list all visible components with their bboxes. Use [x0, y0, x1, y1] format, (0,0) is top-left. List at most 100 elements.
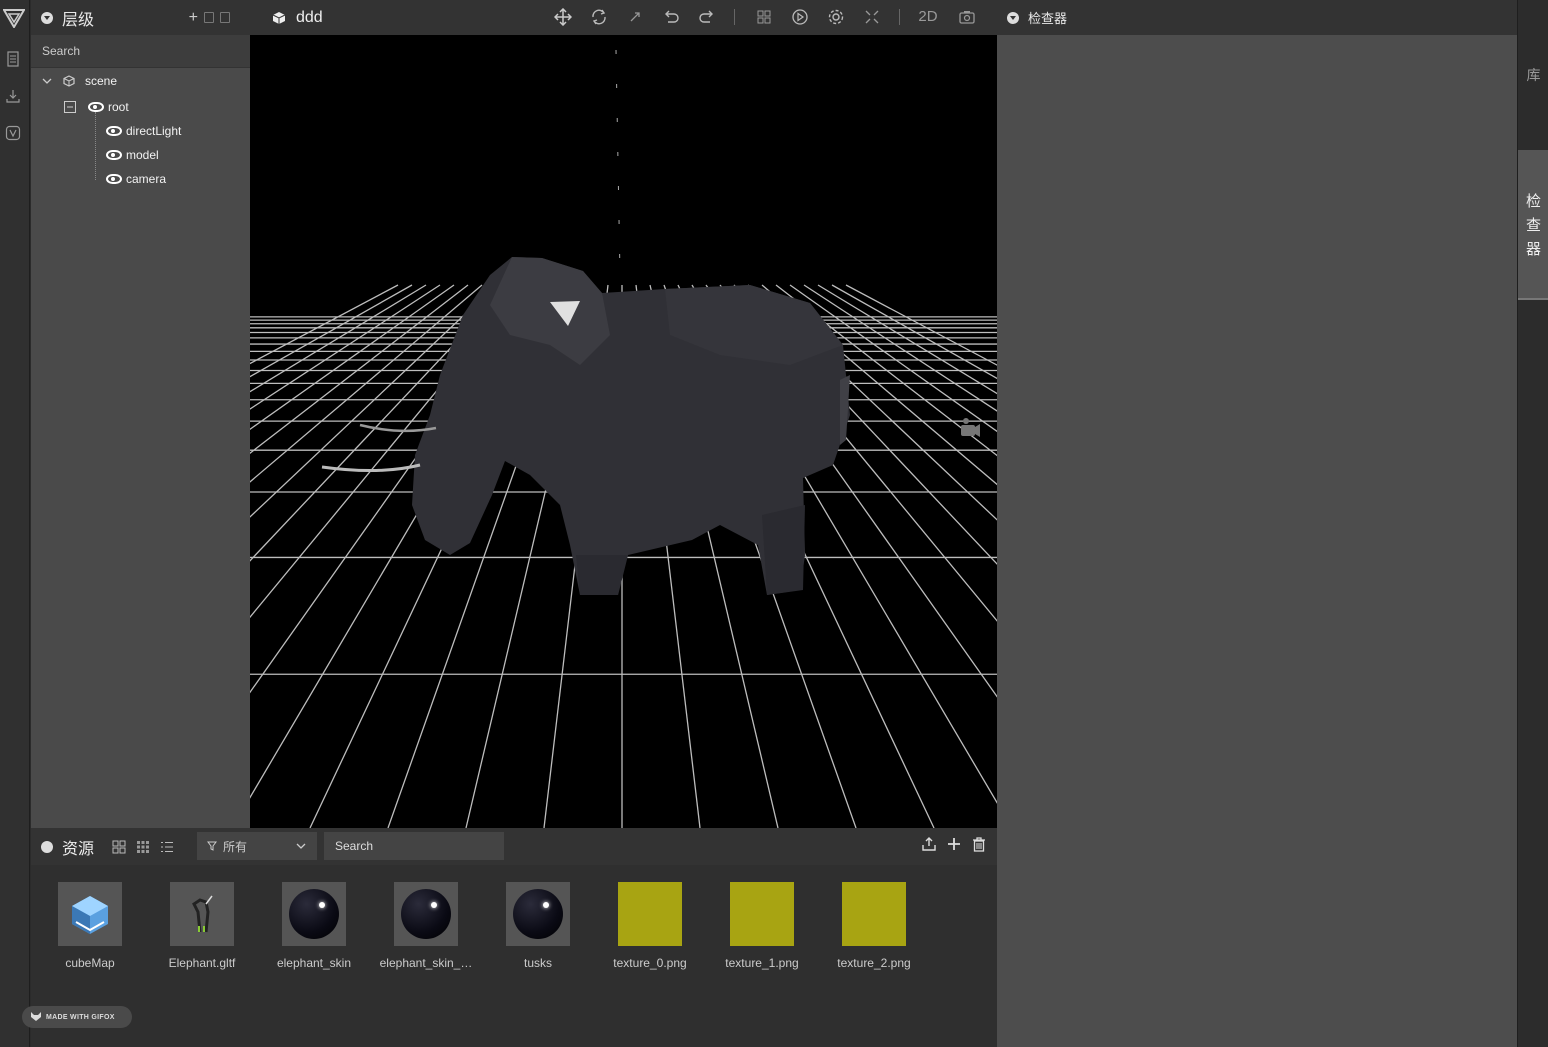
grid-line — [250, 284, 469, 454]
tree-label-scene: scene — [85, 74, 118, 88]
scene-toolbar: ddd 2D — [250, 0, 997, 35]
collapse-toggle-icon[interactable] — [1007, 11, 1019, 24]
asset-item-material[interactable]: elephant_skin_… — [376, 882, 476, 970]
right-tab-rail: 库 检查器 — [1517, 0, 1548, 1047]
tree-node-model[interactable]: model — [106, 145, 159, 165]
scene-viewport[interactable] — [250, 35, 997, 828]
asset-item-texture[interactable]: texture_1.png — [712, 882, 812, 970]
fullscreen-icon[interactable] — [863, 8, 881, 26]
collapse-toggle-icon[interactable] — [41, 840, 53, 853]
tree-node-root[interactable]: root — [64, 97, 129, 117]
asset-label: elephant_skin — [276, 956, 352, 970]
asset-item-texture[interactable]: texture_2.png — [824, 882, 924, 970]
play-icon[interactable] — [791, 8, 809, 26]
trash-icon[interactable] — [971, 836, 987, 852]
add-node-button[interactable]: + — [189, 9, 198, 27]
tab-library[interactable]: 库 — [1518, 0, 1548, 150]
grid-line — [250, 284, 399, 365]
inspector-panel: 检查器 — [997, 0, 1517, 1047]
scene-title: ddd — [296, 8, 323, 26]
visibility-eye-icon[interactable] — [88, 102, 104, 112]
texture-thumbnail — [618, 882, 682, 946]
visibility-eye-icon[interactable] — [106, 150, 122, 160]
tree-label-directlight: directLight — [126, 124, 182, 138]
left-icon-rail — [0, 0, 30, 1047]
add-asset-icon[interactable] — [946, 836, 962, 852]
hierarchy-search-input[interactable]: Search — [31, 35, 250, 68]
texture-thumbnail — [730, 882, 794, 946]
y-axis-line — [615, 49, 621, 276]
material-sphere-icon — [506, 882, 570, 946]
undo-icon[interactable] — [662, 8, 680, 26]
material-sphere-icon — [282, 882, 346, 946]
grid-line — [845, 284, 997, 366]
assets-title: 资源 — [62, 840, 95, 858]
asset-item-material[interactable]: elephant_skin — [264, 882, 364, 970]
asset-label: texture_2.png — [837, 956, 911, 970]
collapse-toggle-icon[interactable] — [41, 11, 53, 24]
asset-label: texture_0.png — [613, 956, 687, 970]
asset-label: cubeMap — [65, 956, 115, 970]
texture-thumbnail — [842, 882, 906, 946]
large-grid-view-icon[interactable] — [112, 840, 126, 854]
document-icon[interactable] — [5, 51, 21, 67]
delete-icon[interactable] — [220, 12, 230, 23]
download-icon[interactable] — [5, 88, 21, 104]
vue-devtools-icon[interactable] — [5, 125, 21, 141]
tab-inspector-label: 检查器 — [1525, 193, 1541, 258]
app-logo-icon — [3, 9, 25, 28]
inspector-header: 检查器 — [997, 0, 1517, 35]
hierarchy-header: 层级 + — [31, 0, 250, 35]
asset-label: elephant_skin_… — [379, 956, 473, 970]
tree-label-model: model — [126, 148, 159, 162]
asset-item-material[interactable]: tusks — [488, 882, 588, 970]
fox-logo-icon — [31, 1012, 41, 1021]
redo-icon[interactable] — [698, 8, 716, 26]
asset-filter-value: 所有 — [223, 839, 248, 854]
asset-item-cubemap[interactable]: cubeMap — [40, 882, 140, 970]
asset-filter-select[interactable]: 所有 — [197, 832, 317, 860]
cubemap-thumbnail-icon — [58, 882, 122, 946]
mode-2d-toggle[interactable]: 2D — [915, 8, 941, 26]
grid-line — [250, 284, 413, 378]
settings-icon[interactable] — [827, 8, 845, 26]
move-icon[interactable] — [554, 8, 572, 26]
material-sphere-icon — [394, 882, 458, 946]
camera-icon[interactable] — [958, 8, 976, 26]
scene-icon — [63, 75, 75, 87]
collapse-box-icon[interactable] — [64, 101, 76, 113]
inspector-title: 检查器 — [1028, 11, 1068, 26]
grid-icon[interactable] — [755, 8, 773, 26]
upload-icon[interactable] — [921, 836, 937, 852]
tree-node-camera[interactable]: camera — [106, 169, 166, 189]
rotate-icon[interactable] — [590, 8, 608, 26]
filter-icon — [207, 841, 217, 851]
list-view-icon[interactable] — [160, 840, 174, 854]
asset-search-placeholder: Search — [335, 839, 374, 853]
scene-tab[interactable]: ddd — [272, 9, 323, 27]
grid-line — [250, 284, 441, 410]
asset-grid: cubeMap Elephant.gltf elephant_skin elep… — [31, 865, 997, 1047]
asset-item-gltf[interactable]: Elephant.gltf — [152, 882, 252, 970]
small-grid-view-icon[interactable] — [136, 840, 150, 854]
visibility-eye-icon[interactable] — [106, 126, 122, 136]
tree-node-scene[interactable]: scene — [41, 71, 117, 91]
hierarchy-panel: 层级 + Search scene root directLight model… — [31, 0, 250, 828]
asset-search-input[interactable]: Search — [324, 832, 504, 860]
scale-icon[interactable] — [626, 8, 644, 26]
watermark-text: MADE WITH GIFOX — [46, 1013, 115, 1021]
tab-inspector[interactable]: 检查器 — [1518, 150, 1548, 300]
copy-icon[interactable] — [204, 12, 214, 23]
viewport-canvas[interactable] — [250, 35, 997, 828]
tree-node-directlight[interactable]: directLight — [106, 121, 181, 141]
hierarchy-title: 层级 — [62, 11, 95, 29]
chevron-down-icon[interactable] — [41, 75, 53, 87]
tree-label-camera: camera — [126, 172, 167, 186]
assets-header: 资源 所有 Search — [31, 828, 997, 865]
visibility-eye-icon[interactable] — [106, 174, 122, 184]
asset-item-texture[interactable]: texture_0.png — [600, 882, 700, 970]
elephant-model[interactable] — [321, 257, 850, 595]
asset-label: Elephant.gltf — [168, 956, 236, 970]
hierarchy-search-placeholder: Search — [42, 44, 81, 58]
grid-line — [831, 284, 997, 380]
